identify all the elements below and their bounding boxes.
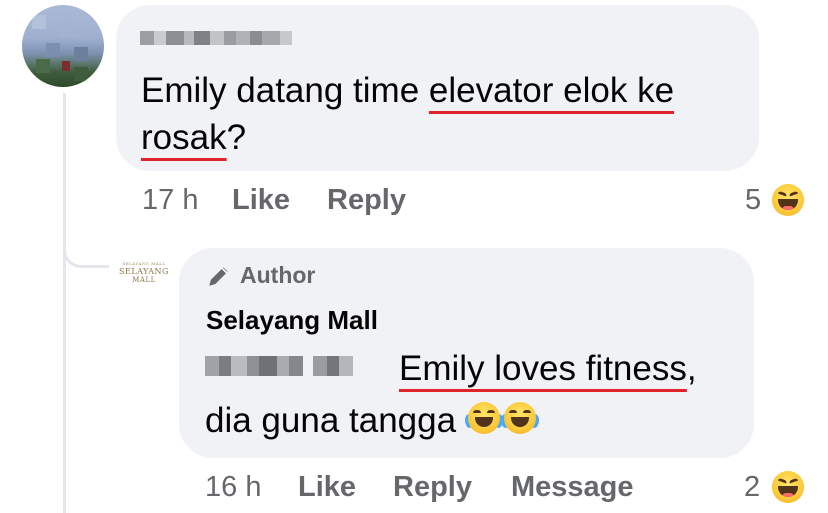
comment-timestamp[interactable]: 17 h <box>142 184 198 217</box>
reply-button[interactable]: Reply <box>393 471 472 504</box>
like-button[interactable]: Like <box>298 471 356 504</box>
tears-of-joy-icon <box>500 400 539 436</box>
reply-text-line1: Emily loves fitness, <box>399 349 697 388</box>
comment-text-line2: rosak? <box>141 118 247 157</box>
reply-author-name[interactable]: Selayang Mall <box>206 305 378 336</box>
commenter-name-blurred[interactable] <box>140 31 292 45</box>
underlined-phrase: elevator elok ke <box>428 71 675 110</box>
underlined-word: rosak <box>141 118 227 157</box>
author-badge-label: Author <box>240 262 316 288</box>
underlined-phrase: Emily loves fitness <box>399 349 687 388</box>
mention-blurred[interactable] <box>205 356 353 376</box>
reply-timestamp[interactable]: 16 h <box>205 471 261 504</box>
thread-line <box>63 93 66 513</box>
reaction-count[interactable]: 2 <box>744 471 760 504</box>
reply-button[interactable]: Reply <box>327 184 406 217</box>
tears-of-joy-icon <box>464 400 503 436</box>
reply-text-line2: dia guna tangga <box>205 397 539 444</box>
comment-text-line1: Emily datang time elevator elok ke <box>141 71 675 110</box>
selayang-mall-logo-avatar[interactable]: SELAYANG MALL SELAYANG MALL <box>118 258 170 292</box>
laughing-emoji-icon[interactable] <box>772 471 804 503</box>
pen-icon <box>209 266 228 286</box>
author-badge: Author <box>206 262 315 289</box>
like-button[interactable]: Like <box>232 184 290 217</box>
reaction-count[interactable]: 5 <box>745 184 761 217</box>
message-button[interactable]: Message <box>511 471 634 504</box>
thread-connector <box>63 226 109 268</box>
commenter-avatar[interactable] <box>22 5 104 87</box>
laughing-emoji-icon[interactable] <box>772 184 804 216</box>
